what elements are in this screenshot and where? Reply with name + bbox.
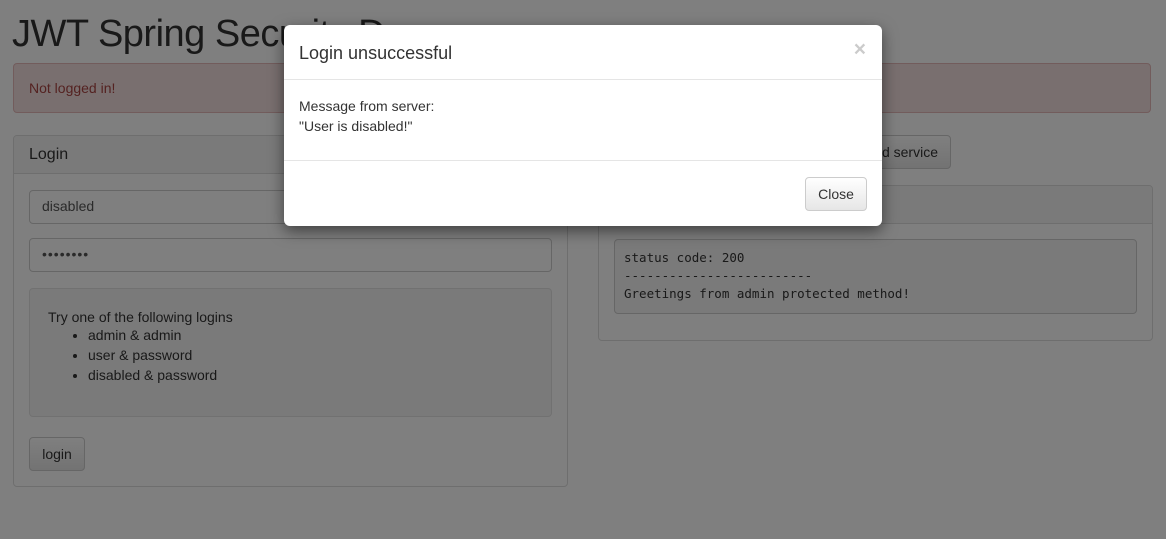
- modal-message-label: Message from server:: [299, 98, 435, 114]
- close-icon[interactable]: ×: [854, 39, 866, 60]
- modal-body: Message from server: "User is disabled!": [284, 80, 882, 161]
- close-button[interactable]: Close: [805, 177, 867, 211]
- modal-footer: Close: [284, 161, 882, 225]
- modal-title: Login unsuccessful: [299, 43, 453, 63]
- modal-header: Login unsuccessful ×: [284, 25, 882, 80]
- login-error-modal: Login unsuccessful × Message from server…: [284, 25, 882, 226]
- modal-message: "User is disabled!": [299, 118, 413, 134]
